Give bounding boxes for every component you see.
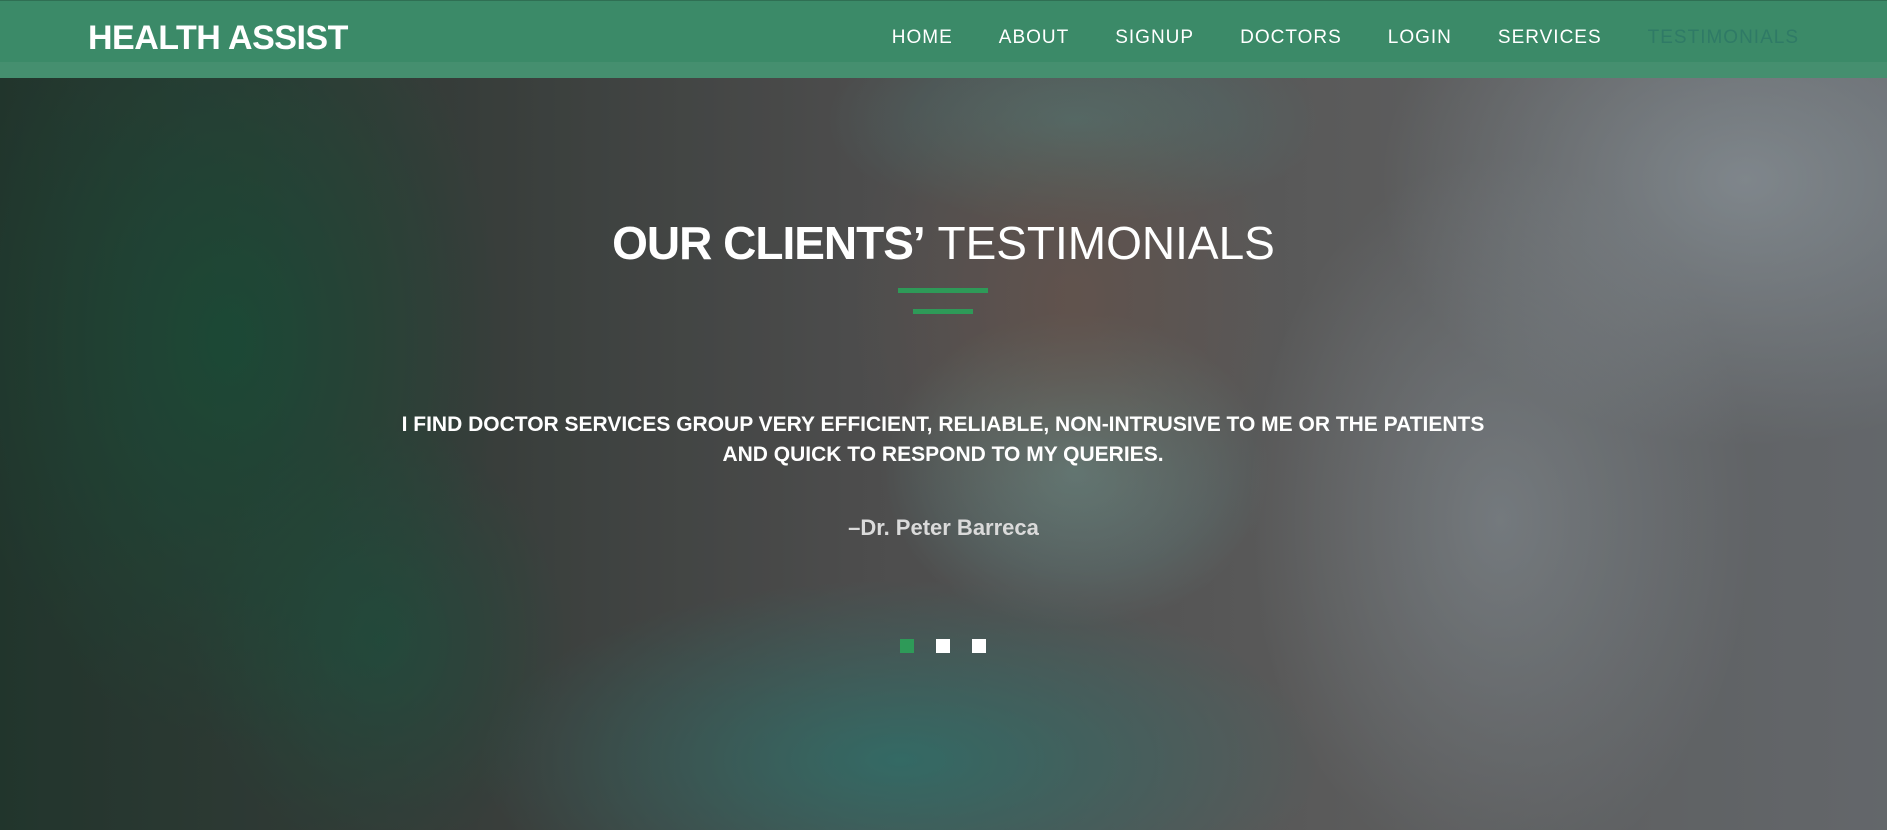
heading-underline-long [898, 288, 988, 293]
section-heading-light: TESTIMONIALS [937, 217, 1275, 269]
carousel-dot-2[interactable] [936, 639, 950, 653]
brand-logo[interactable]: HEALTH ASSIST [88, 19, 348, 58]
nav-item-about[interactable]: ABOUT [999, 27, 1069, 49]
nav-menu: HOME ABOUT SIGNUP DOCTORS LOGIN SERVICES… [846, 27, 1799, 49]
testimonial-author: –Dr. Peter Barreca [848, 515, 1039, 540]
navbar: HEALTH ASSIST HOME ABOUT SIGNUP DOCTORS … [0, 0, 1887, 78]
carousel-indicators [900, 639, 1008, 653]
nav-item-home[interactable]: HOME [892, 27, 953, 49]
nav-item-doctors[interactable]: DOCTORS [1240, 27, 1342, 49]
heading-underline-short [913, 309, 973, 314]
section-heading-strong: OUR CLIENTS’ [612, 217, 926, 269]
carousel-dot-3[interactable] [972, 639, 986, 653]
section-heading: OUR CLIENTS’ TESTIMONIALS [0, 215, 1887, 271]
nav-item-services[interactable]: SERVICES [1498, 27, 1602, 49]
testimonial-quote: I FIND DOCTOR SERVICES GROUP VERY EFFICI… [401, 413, 1485, 466]
nav-item-testimonials[interactable]: TESTIMONIALS [1648, 27, 1799, 49]
nav-item-login[interactable]: LOGIN [1388, 27, 1452, 49]
nav-item-signup[interactable]: SIGNUP [1115, 27, 1194, 49]
carousel-dot-1[interactable] [900, 639, 914, 653]
page: HEALTH ASSIST HOME ABOUT SIGNUP DOCTORS … [0, 0, 1887, 830]
